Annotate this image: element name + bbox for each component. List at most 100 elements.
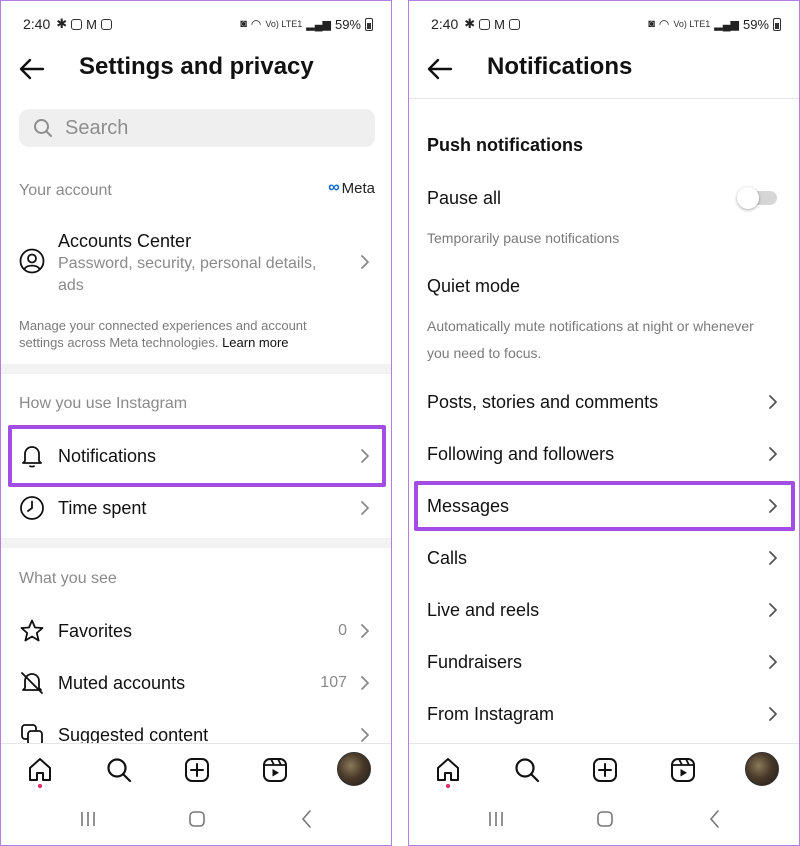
battery-icon [773, 17, 781, 31]
section-what-you-see: What you see [19, 570, 117, 587]
home-icon[interactable] [434, 756, 462, 784]
row-label: Calls [427, 547, 468, 568]
quiet-mode-description-line2: you need to focus. [427, 345, 542, 361]
search-input[interactable] [65, 116, 345, 140]
back-arrow-icon[interactable] [425, 55, 455, 83]
notifications-header: Notifications [409, 49, 799, 89]
gallery-icon [509, 18, 520, 30]
status-bar: 2:40 ✱ M ◙ ◠ Vo) LTE1 ▂▄▆ 59% [23, 13, 373, 35]
status-system-icons: ◙ ◠ Vo) LTE1 ▂▄▆ 59% [240, 17, 373, 32]
create-icon[interactable] [591, 756, 619, 784]
page-title: Notifications [487, 53, 633, 80]
chevron-right-icon [769, 395, 777, 409]
battery-icon [365, 17, 373, 31]
search-icon [34, 119, 52, 137]
battery-percent: 59% [334, 16, 361, 32]
network-label: Vo) LTE1 [265, 18, 303, 29]
chevron-right-icon [361, 624, 369, 638]
favorites-count: 0 [338, 622, 347, 639]
bottom-nav [1, 743, 391, 795]
search-bar[interactable] [19, 109, 375, 147]
alarm-icon: ◙ [648, 18, 655, 30]
settings-header: Settings and privacy [1, 49, 391, 89]
learn-more-link[interactable]: Learn more [222, 335, 288, 350]
slack-icon: ✱ [464, 16, 476, 31]
search-icon[interactable] [105, 756, 133, 784]
status-time: 2:40 [431, 16, 459, 32]
system-nav-bar [1, 799, 391, 839]
recents-icon[interactable] [484, 807, 508, 831]
recents-icon[interactable] [76, 807, 100, 831]
quiet-mode-description-line1: Automatically mute notifications at nigh… [427, 318, 754, 334]
gallery-icon [101, 18, 112, 30]
quiet-mode-label[interactable]: Quiet mode [427, 276, 520, 297]
signal-icon: ▂▄▆ [306, 18, 331, 31]
back-arrow-icon[interactable] [17, 55, 47, 83]
home-button-icon[interactable] [593, 807, 617, 831]
meta-logo-text: Meta [341, 179, 375, 197]
section-how-you-use: How you use Instagram [19, 395, 188, 412]
wifi-icon: ◠ [658, 17, 670, 31]
clock-icon [20, 496, 44, 520]
live-reels-row[interactable]: Live and reels [409, 585, 799, 635]
status-time: 2:40 [23, 16, 51, 32]
reels-icon[interactable] [261, 756, 289, 784]
row-label: Live and reels [427, 599, 540, 620]
section-your-account: Your account [19, 182, 112, 199]
create-icon[interactable] [183, 756, 211, 784]
back-chevron-icon[interactable] [703, 807, 727, 831]
row-label: From Instagram [427, 703, 555, 724]
pause-all-toggle[interactable] [737, 187, 777, 209]
toggle-knob [737, 187, 759, 209]
bell-off-icon [21, 672, 43, 694]
chevron-right-icon [769, 551, 777, 565]
status-bar: 2:40 ✱ M ◙ ◠ Vo) LTE1 ▂▄▆ 59% [431, 13, 781, 35]
muted-accounts-count: 107 [320, 674, 347, 691]
home-icon[interactable] [26, 756, 54, 784]
pause-all-description: Temporarily pause notifications [427, 230, 620, 246]
search-icon[interactable] [513, 756, 541, 784]
time-spent-row[interactable]: Time spent [1, 483, 391, 533]
favorites-row[interactable]: Favorites 0 [1, 606, 391, 656]
posts-stories-comments-row[interactable]: Posts, stories and comments [409, 377, 799, 427]
back-chevron-icon[interactable] [295, 807, 319, 831]
profile-avatar[interactable] [337, 752, 371, 786]
messages-highlight-box [414, 481, 795, 531]
chevron-right-icon [361, 676, 369, 690]
instagram-icon [71, 18, 83, 30]
profile-avatar[interactable] [745, 752, 779, 786]
system-nav-bar [409, 799, 799, 839]
from-instagram-row[interactable]: From Instagram [409, 689, 799, 739]
wifi-icon: ◠ [250, 17, 262, 31]
chevron-right-icon [769, 707, 777, 721]
chevron-right-icon [769, 603, 777, 617]
home-active-dot [38, 784, 42, 788]
notifications-screen: 2:40 ✱ M ◙ ◠ Vo) LTE1 ▂▄▆ 59% Notificati… [408, 0, 800, 846]
muted-accounts-row[interactable]: Muted accounts 107 [1, 658, 391, 708]
row-label: Following and followers [427, 443, 615, 464]
time-spent-label: Time spent [58, 497, 147, 518]
home-button-icon[interactable] [185, 807, 209, 831]
reels-icon[interactable] [669, 756, 697, 784]
chevron-right-icon [769, 447, 777, 461]
following-followers-row[interactable]: Following and followers [409, 429, 799, 479]
page-title: Settings and privacy [79, 53, 314, 80]
row-label: Fundraisers [427, 651, 523, 672]
calls-row[interactable]: Calls [409, 533, 799, 583]
gmail-icon: M [86, 16, 97, 32]
chevron-right-icon [361, 255, 369, 269]
muted-accounts-label: Muted accounts [58, 672, 186, 693]
battery-percent: 59% [742, 16, 769, 32]
fundraisers-row[interactable]: Fundraisers [409, 637, 799, 687]
star-icon [20, 619, 44, 642]
signal-icon: ▂▄▆ [714, 18, 739, 31]
accounts-note: Manage your connected experiences and ac… [19, 317, 349, 351]
home-active-dot [446, 784, 450, 788]
bottom-nav [409, 743, 799, 795]
push-notifications-heading: Push notifications [427, 135, 584, 155]
alarm-icon: ◙ [240, 18, 247, 30]
slack-icon: ✱ [56, 16, 68, 31]
user-circle-icon [19, 248, 45, 274]
chevron-right-icon [361, 728, 369, 742]
gmail-icon: M [494, 16, 505, 32]
